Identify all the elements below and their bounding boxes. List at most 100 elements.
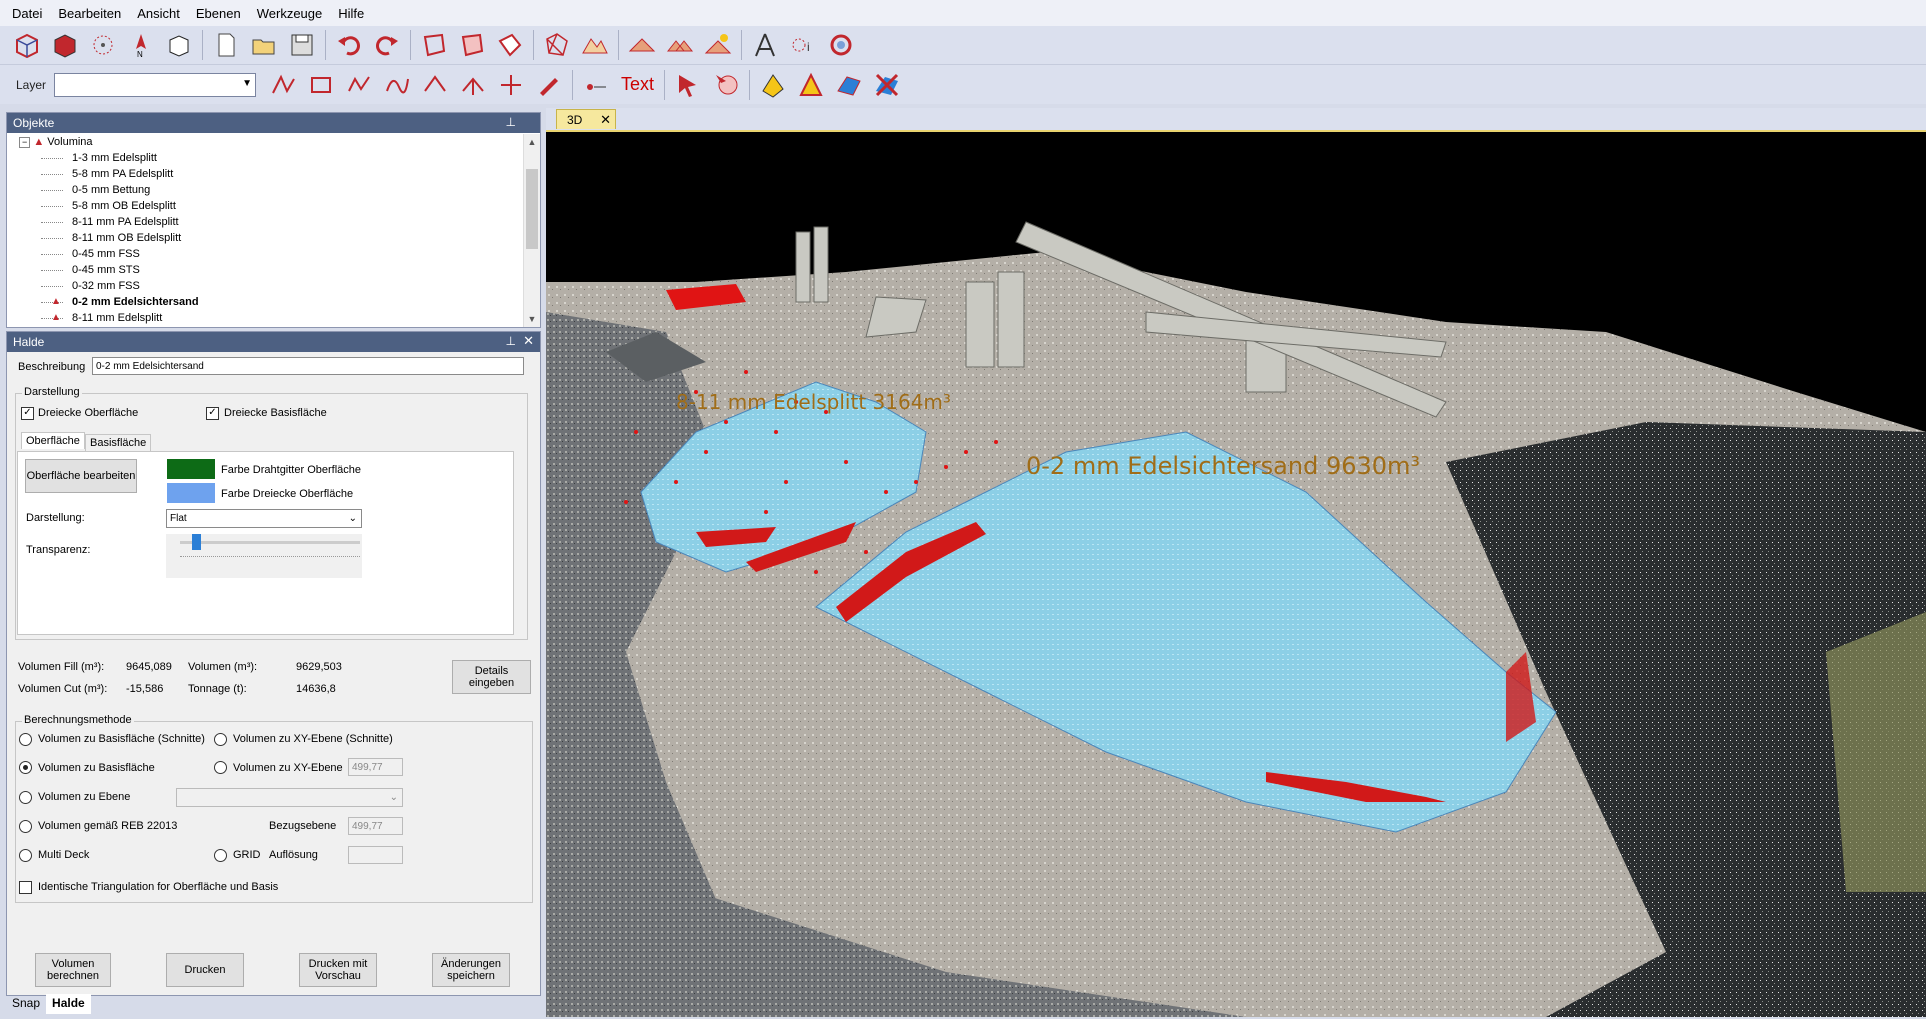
radio-basis-schnitte[interactable] bbox=[19, 733, 32, 746]
layer-dropdown[interactable]: ▼ bbox=[54, 72, 257, 97]
menu-hilfe[interactable]: Hilfe bbox=[330, 6, 372, 21]
spline-tool-icon[interactable] bbox=[381, 69, 413, 101]
open-folder-icon[interactable] bbox=[248, 29, 280, 61]
details-eingeben-button[interactable]: Details eingeben bbox=[452, 660, 531, 694]
drucken-vorschau-button[interactable]: Drucken mit Vorschau bbox=[299, 953, 377, 987]
pin-icon[interactable]: ⊥ bbox=[506, 334, 516, 348]
tree-item[interactable]: 1-3 mm Edelsplitt bbox=[7, 150, 524, 166]
select-area-icon[interactable] bbox=[710, 69, 742, 101]
north-arrow-icon[interactable]: N bbox=[125, 29, 157, 61]
bezugsebene-input[interactable]: 499,77 bbox=[348, 817, 403, 835]
tree-item[interactable]: 5-8 mm OB Edelsplitt bbox=[7, 198, 524, 214]
scroll-thumb[interactable] bbox=[526, 169, 538, 249]
select-arrow-icon[interactable] bbox=[672, 69, 704, 101]
line-tool-icon[interactable] bbox=[267, 69, 299, 101]
redo-icon[interactable] bbox=[371, 29, 403, 61]
text-tool[interactable]: Text bbox=[621, 74, 654, 95]
offset-tool-icon[interactable] bbox=[419, 69, 451, 101]
tab-snap[interactable]: Snap bbox=[6, 994, 46, 1014]
volumen-berechnen-button[interactable]: Volumen berechnen bbox=[35, 953, 111, 987]
box-icon[interactable] bbox=[163, 29, 195, 61]
rect-tool-icon[interactable] bbox=[305, 69, 337, 101]
transparenz-slider[interactable] bbox=[192, 534, 201, 550]
surface-tool-icon[interactable] bbox=[833, 69, 865, 101]
tree-root-volumina[interactable]: − ▲ Volumina bbox=[7, 134, 524, 150]
delete-surface-icon[interactable] bbox=[871, 69, 903, 101]
menu-bearbeiten[interactable]: Bearbeiten bbox=[50, 6, 129, 21]
points-icon[interactable] bbox=[87, 29, 119, 61]
3d-viewport[interactable]: 8-11 mm Edelsplitt 3164m³ 0-2 mm Edelsic… bbox=[546, 130, 1926, 1017]
ebene-select[interactable]: ⌄ bbox=[176, 788, 403, 807]
tree-label: 0-32 mm FSS bbox=[72, 280, 140, 292]
solid-tool-icon[interactable] bbox=[757, 69, 789, 101]
close-icon[interactable]: ✕ bbox=[523, 333, 534, 349]
terrain-icon[interactable] bbox=[579, 29, 611, 61]
radio-ebene[interactable] bbox=[19, 791, 32, 804]
polygon-add-icon[interactable] bbox=[494, 29, 526, 61]
scroll-down-icon[interactable]: ▼ bbox=[524, 311, 540, 327]
menu-ebenen[interactable]: Ebenen bbox=[188, 6, 249, 21]
pile-double-icon[interactable] bbox=[664, 29, 696, 61]
dreiecke-color-swatch[interactable] bbox=[167, 483, 215, 503]
tree-item[interactable]: 0-5 mm Bettung bbox=[7, 182, 524, 198]
polygon-edit-icon[interactable] bbox=[456, 29, 488, 61]
beschreibung-input[interactable]: 0-2 mm Edelsichtersand bbox=[92, 357, 524, 375]
save-icon[interactable] bbox=[286, 29, 318, 61]
radio-reb[interactable] bbox=[19, 820, 32, 833]
darstellung-select[interactable]: Flat ⌄ bbox=[166, 509, 362, 528]
tab-oberflaeche[interactable]: Oberfläche bbox=[21, 432, 85, 449]
pile-sun-icon[interactable] bbox=[702, 29, 734, 61]
measure-icon[interactable] bbox=[749, 29, 781, 61]
point-tool-icon[interactable] bbox=[580, 69, 612, 101]
radio-grid[interactable] bbox=[214, 849, 227, 862]
scroll-up-icon[interactable]: ▲ bbox=[524, 134, 540, 150]
undo-icon[interactable] bbox=[333, 29, 365, 61]
tonnage-value: 14636,8 bbox=[296, 683, 336, 695]
radio-xy-ebene[interactable] bbox=[214, 761, 227, 774]
tab-3d[interactable]: 3D ✕ bbox=[556, 109, 616, 129]
pin-icon[interactable]: ⊥ bbox=[506, 115, 516, 129]
tab-basisflaeche[interactable]: Basisfläche bbox=[85, 434, 152, 451]
collapse-icon[interactable]: − bbox=[19, 137, 31, 148]
tree-item[interactable]: 0-45 mm FSS bbox=[7, 246, 524, 262]
menu-datei[interactable]: Datei bbox=[0, 6, 50, 21]
xy-ebene-input[interactable]: 499,77 bbox=[348, 758, 403, 776]
tree-item[interactable]: 0-45 mm STS bbox=[7, 262, 524, 278]
tree-item-selected[interactable]: ▲ 0-2 mm Edelsichtersand bbox=[7, 294, 524, 310]
chk-identische-triangulation[interactable] bbox=[19, 881, 32, 894]
chk-dreiecke-oberflaeche[interactable]: ✓ bbox=[21, 407, 34, 420]
tree-item[interactable]: 8-11 mm OB Edelsplitt bbox=[7, 230, 524, 246]
tree-item[interactable]: 5-8 mm PA Edelsplitt bbox=[7, 166, 524, 182]
transparenz-track[interactable] bbox=[180, 541, 360, 544]
tree-item[interactable]: 0-32 mm FSS bbox=[7, 278, 524, 294]
new-file-icon[interactable] bbox=[210, 29, 242, 61]
split-tool-icon[interactable] bbox=[457, 69, 489, 101]
tree-item[interactable]: 8-11 mm PA Edelsplitt bbox=[7, 214, 524, 230]
aufloesung-input[interactable] bbox=[348, 846, 403, 864]
pen-tool-icon[interactable] bbox=[533, 69, 565, 101]
chk-dreiecke-basis[interactable]: ✓ bbox=[206, 407, 219, 420]
drucken-button[interactable]: Drucken bbox=[166, 953, 244, 987]
rotate-icon[interactable] bbox=[825, 29, 857, 61]
pile-icon[interactable] bbox=[626, 29, 658, 61]
close-icon[interactable]: ✕ bbox=[600, 110, 611, 130]
mesh-icon[interactable] bbox=[541, 29, 573, 61]
cube-wire-icon[interactable] bbox=[11, 29, 43, 61]
drahtgitter-color-swatch[interactable] bbox=[167, 459, 215, 479]
point-info-icon[interactable]: i bbox=[787, 29, 819, 61]
menu-ansicht[interactable]: Ansicht bbox=[129, 6, 188, 21]
tab-halde[interactable]: Halde bbox=[46, 994, 91, 1014]
join-tool-icon[interactable] bbox=[495, 69, 527, 101]
radio-basisflaeche[interactable] bbox=[19, 761, 32, 774]
polyline-tool-icon[interactable] bbox=[343, 69, 375, 101]
aenderungen-speichern-button[interactable]: Änderungen speichern bbox=[432, 953, 510, 987]
cube-solid-icon[interactable] bbox=[49, 29, 81, 61]
tree-scrollbar[interactable]: ▲ ▼ bbox=[523, 134, 540, 327]
tree-item[interactable]: ▲ 8-11 mm Edelsplitt bbox=[7, 310, 524, 326]
triangle-tool-icon[interactable] bbox=[795, 69, 827, 101]
radio-multi-deck[interactable] bbox=[19, 849, 32, 862]
polygon-select-icon[interactable] bbox=[418, 29, 450, 61]
radio-xy-schnitte[interactable] bbox=[214, 733, 227, 746]
menu-werkzeuge[interactable]: Werkzeuge bbox=[249, 6, 331, 21]
oberflaeche-bearbeiten-button[interactable]: Oberfläche bearbeiten bbox=[25, 459, 137, 493]
